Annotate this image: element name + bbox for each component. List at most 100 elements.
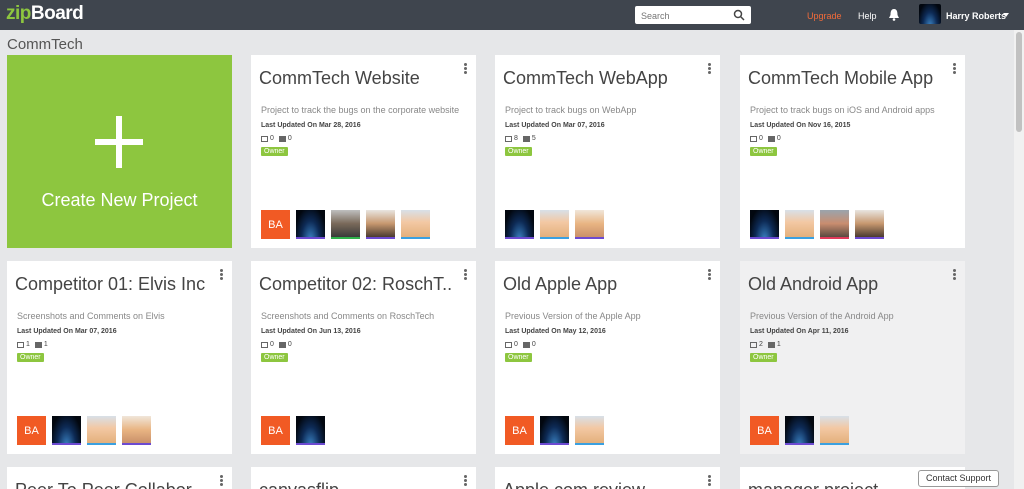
project-title[interactable]: CommTech WebApp xyxy=(503,68,698,89)
comment-icon xyxy=(767,135,775,142)
search-input[interactable] xyxy=(635,7,731,25)
avatar[interactable] xyxy=(855,210,884,239)
image-icon xyxy=(505,341,512,348)
avatar[interactable]: BA xyxy=(261,416,290,445)
avatar[interactable] xyxy=(296,210,325,239)
owner-badge: Owner xyxy=(17,353,44,362)
comment-icon xyxy=(522,341,530,348)
project-title[interactable]: Old Android App xyxy=(748,274,943,295)
project-title[interactable]: CommTech Website xyxy=(259,68,454,89)
owner-badge: Owner xyxy=(261,147,288,156)
project-title[interactable]: CommTech Mobile App xyxy=(748,68,943,89)
avatar[interactable] xyxy=(331,210,360,239)
project-card[interactable]: Old Android App Previous Version of the … xyxy=(740,261,965,454)
avatar[interactable] xyxy=(750,210,779,239)
owner-badge: Owner xyxy=(750,147,777,156)
avatar[interactable]: BA xyxy=(505,416,534,445)
owner-badge: Owner xyxy=(261,353,288,362)
more-options-icon[interactable] xyxy=(464,269,468,281)
comment-icon xyxy=(522,135,530,142)
chevron-down-icon[interactable] xyxy=(1003,13,1009,17)
user-name[interactable]: Harry Roberts xyxy=(946,11,1006,21)
project-title[interactable]: Apple.com review xyxy=(503,480,698,489)
project-card[interactable]: CommTech WebApp Project to track bugs on… xyxy=(495,55,720,248)
zipboard-logo[interactable]: zipBoard xyxy=(6,3,84,25)
avatar[interactable]: BA xyxy=(261,210,290,239)
more-options-icon[interactable] xyxy=(953,63,957,75)
search-box[interactable] xyxy=(635,6,751,25)
last-updated: Last Updated On Nov 16, 2015 xyxy=(750,122,851,129)
avatar[interactable] xyxy=(575,210,604,239)
owner-badge: Owner xyxy=(505,147,532,156)
project-card[interactable]: Apple.com review xyxy=(495,467,720,489)
help-link[interactable]: Help xyxy=(858,11,877,21)
owner-badge: Owner xyxy=(750,353,777,362)
create-project-card[interactable]: Create New Project xyxy=(7,55,232,248)
scrollbar[interactable] xyxy=(1014,30,1024,489)
more-options-icon[interactable] xyxy=(464,63,468,75)
user-avatar[interactable] xyxy=(919,4,941,24)
scroll-thumb[interactable] xyxy=(1016,32,1022,132)
project-card[interactable]: Old Apple App Previous Version of the Ap… xyxy=(495,261,720,454)
more-options-icon[interactable] xyxy=(953,269,957,281)
image-icon xyxy=(261,135,268,142)
more-options-icon[interactable] xyxy=(708,475,712,487)
avatar[interactable] xyxy=(820,210,849,239)
more-options-icon[interactable] xyxy=(708,269,712,281)
project-counts: 0 0 xyxy=(261,341,297,348)
member-avatars: BA xyxy=(17,416,157,445)
more-options-icon[interactable] xyxy=(220,475,224,487)
project-card[interactable]: Competitor 01: Elvis Inc Screenshots and… xyxy=(7,261,232,454)
image-icon xyxy=(17,341,24,348)
image-count: 0 xyxy=(270,341,274,348)
project-title[interactable]: manager project xyxy=(748,480,943,489)
project-card[interactable]: CommTech Mobile App Project to track bug… xyxy=(740,55,965,248)
project-card[interactable]: CommTech Website Project to track the bu… xyxy=(251,55,476,248)
more-options-icon[interactable] xyxy=(464,475,468,487)
project-title[interactable]: Competitor 02: RoschT.. xyxy=(259,274,454,295)
comment-count: 1 xyxy=(776,341,781,348)
search-icon[interactable] xyxy=(733,9,745,21)
image-count: 8 xyxy=(514,135,518,142)
avatar[interactable] xyxy=(785,210,814,239)
avatar[interactable] xyxy=(122,416,151,445)
avatar[interactable] xyxy=(505,210,534,239)
project-card[interactable]: Competitor 02: RoschT.. Screenshots and … xyxy=(251,261,476,454)
project-description: Project to track bugs on WebApp xyxy=(505,105,637,115)
project-counts: 2 1 xyxy=(750,341,786,348)
avatar[interactable] xyxy=(820,416,849,445)
avatar[interactable] xyxy=(540,210,569,239)
last-updated: Last Updated On Mar 07, 2016 xyxy=(505,122,605,129)
avatar[interactable]: BA xyxy=(17,416,46,445)
comment-icon xyxy=(278,341,286,348)
avatar[interactable] xyxy=(366,210,395,239)
more-options-icon[interactable] xyxy=(708,63,712,75)
last-updated: Last Updated On Apr 11, 2016 xyxy=(750,328,849,335)
avatar[interactable] xyxy=(52,416,81,445)
project-description: Project to track bugs on iOS and Android… xyxy=(750,105,935,115)
project-title[interactable]: Peer To Peer Collabor.. xyxy=(15,480,210,489)
avatar[interactable]: BA xyxy=(750,416,779,445)
member-avatars xyxy=(505,210,610,239)
bell-icon[interactable] xyxy=(888,8,900,21)
avatar[interactable] xyxy=(296,416,325,445)
avatar[interactable] xyxy=(785,416,814,445)
project-title[interactable]: canvasflip xyxy=(259,480,454,489)
image-count: 2 xyxy=(759,341,763,348)
more-options-icon[interactable] xyxy=(220,269,224,281)
project-title[interactable]: Competitor 01: Elvis Inc xyxy=(15,274,210,295)
avatar[interactable] xyxy=(401,210,430,239)
comment-count: 5 xyxy=(531,135,536,142)
avatar[interactable] xyxy=(87,416,116,445)
avatar[interactable] xyxy=(575,416,604,445)
avatar[interactable] xyxy=(540,416,569,445)
image-icon xyxy=(505,135,512,142)
contact-support-button[interactable]: Contact Support xyxy=(918,470,999,487)
upgrade-link[interactable]: Upgrade xyxy=(807,11,842,21)
project-title[interactable]: Old Apple App xyxy=(503,274,698,295)
image-icon xyxy=(750,341,757,348)
project-card[interactable]: Peer To Peer Collabor.. xyxy=(7,467,232,489)
image-count: 0 xyxy=(759,135,763,142)
project-card[interactable]: canvasflip xyxy=(251,467,476,489)
image-count: 1 xyxy=(26,341,30,348)
